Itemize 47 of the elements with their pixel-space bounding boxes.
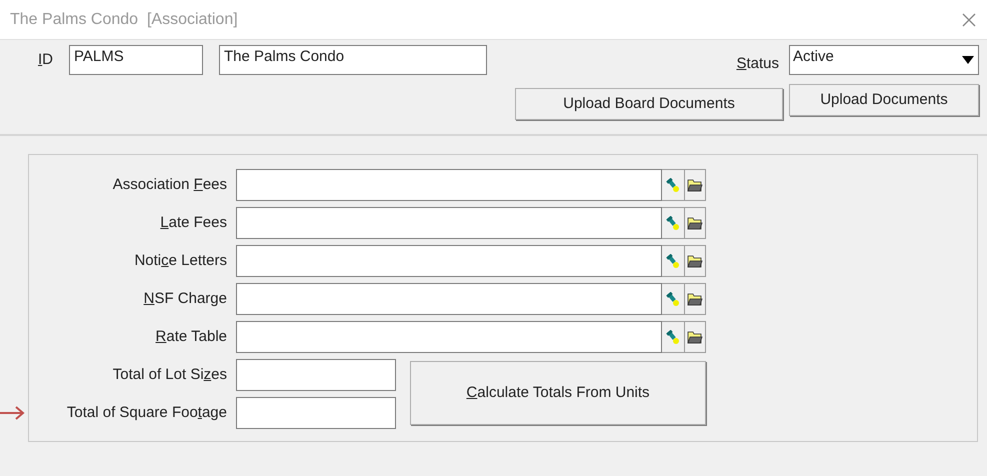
lookup-button[interactable] (662, 169, 684, 201)
id-label: ID (38, 50, 54, 70)
lookup-button[interactable] (662, 283, 684, 315)
input-field[interactable] (236, 321, 662, 353)
input-field[interactable] (236, 245, 662, 277)
folder-icon (687, 216, 703, 230)
lookup-button[interactable] (662, 245, 684, 277)
flashlight-icon (666, 254, 680, 268)
folder-icon (687, 254, 703, 268)
field-label: Association Fees (112, 176, 227, 193)
status-label: Status (736, 54, 779, 74)
flashlight-icon (666, 330, 680, 344)
field-label: Total of Square Footage (66, 404, 227, 421)
browse-button[interactable] (684, 207, 706, 239)
flashlight-icon (666, 178, 680, 192)
id-field[interactable]: PALMS (69, 45, 204, 75)
arrow-icon (0, 406, 25, 420)
input-field[interactable] (236, 169, 662, 201)
calculate-label: Calculate Totals From Units (466, 384, 650, 401)
field-label: NSF Charge (144, 290, 227, 307)
input-field[interactable] (236, 207, 662, 239)
upload-button[interactable]: Upload Documents (789, 84, 979, 116)
flashlight-icon (666, 292, 680, 306)
flashlight-icon (666, 216, 680, 230)
lookup-button[interactable] (662, 321, 684, 353)
browse-button[interactable] (684, 169, 706, 201)
field-label: Late Fees (160, 214, 227, 231)
close-icon[interactable] (961, 12, 977, 28)
lookup-button[interactable] (662, 207, 684, 239)
status-dropdown[interactable]: Active (789, 45, 979, 75)
field-label: Total of Lot Sizes (112, 366, 227, 383)
window-title: The Palms Condo [Association] (10, 10, 238, 30)
field-label: Notice Letters (134, 252, 227, 269)
folder-icon (687, 330, 703, 344)
browse-button[interactable] (684, 283, 706, 315)
name-field[interactable]: The Palms Condo (219, 45, 488, 75)
input-field[interactable] (236, 283, 662, 315)
field-label: Rate Table (156, 328, 227, 345)
calculate-button[interactable]: Calculate Totals From Units (410, 361, 706, 425)
dropdown-arrow-icon (962, 56, 974, 64)
folder-icon (687, 292, 703, 306)
upload-button[interactable]: Upload Board Documents (515, 88, 783, 120)
folder-icon (687, 178, 703, 192)
input-field[interactable] (236, 359, 396, 391)
browse-button[interactable] (684, 245, 706, 277)
browse-button[interactable] (684, 321, 706, 353)
input-field[interactable] (236, 397, 396, 429)
